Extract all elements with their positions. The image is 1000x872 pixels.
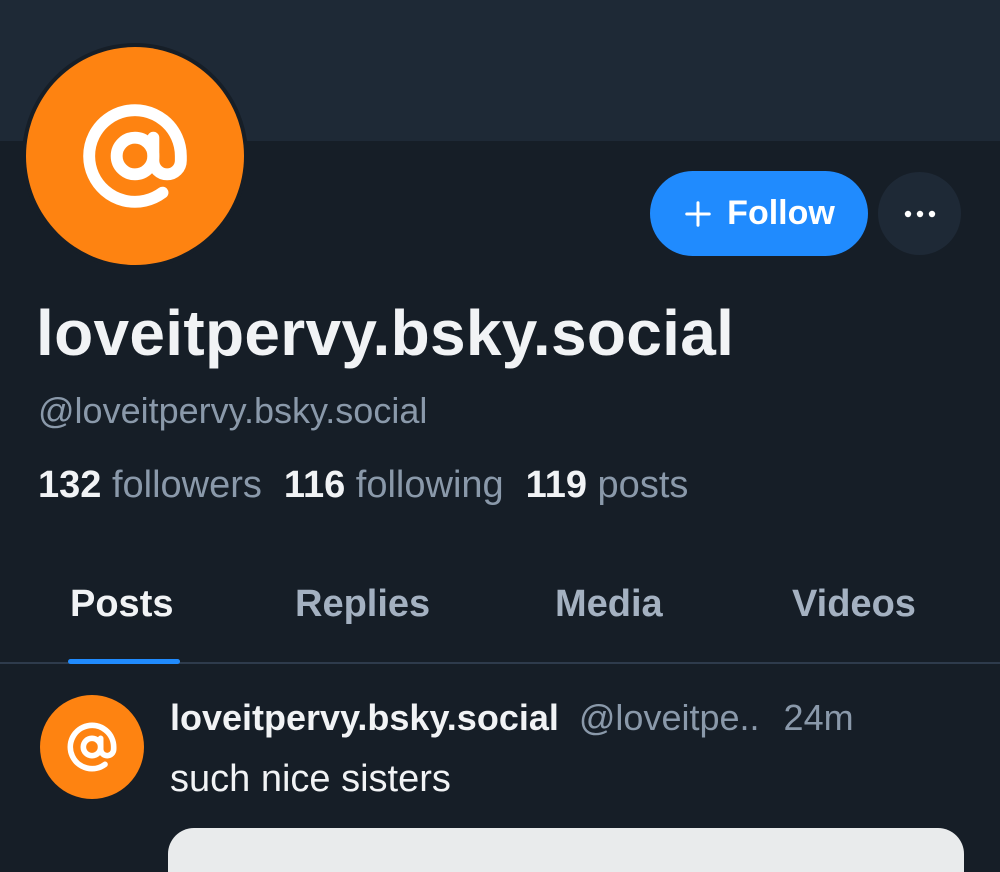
posts-count: 119 <box>525 464 587 506</box>
post-author-avatar[interactable] <box>40 695 144 799</box>
tab-media[interactable]: Media <box>555 583 663 626</box>
more-options-button[interactable] <box>878 172 961 255</box>
active-tab-indicator <box>68 659 180 664</box>
profile-avatar[interactable] <box>26 47 244 265</box>
ellipsis-icon <box>904 210 935 217</box>
profile-stats: 132 followers 116 following 119 posts <box>38 464 710 507</box>
followers-label: followers <box>111 464 262 506</box>
follow-button[interactable]: Follow <box>650 171 868 256</box>
posts-stat: 119 posts <box>526 464 689 507</box>
following-stat[interactable]: 116 following <box>284 464 504 507</box>
post-author-name[interactable]: loveitpervy.bsky.social <box>170 697 559 738</box>
post-text: such nice sisters <box>170 758 451 800</box>
follow-button-label: Follow <box>727 194 835 232</box>
followers-stat[interactable]: 132 followers <box>38 464 262 507</box>
profile-tabs: Posts Replies Media Videos <box>0 565 1000 664</box>
post-timestamp[interactable]: 24m <box>784 697 854 738</box>
at-sign-icon <box>67 722 117 772</box>
profile-screen: Follow loveitpervy.bsky.social @loveitpe… <box>0 0 1000 872</box>
posts-label: posts <box>597 464 689 506</box>
profile-display-name: loveitpervy.bsky.social <box>36 297 735 369</box>
post-embed-image[interactable] <box>168 828 964 872</box>
plus-icon <box>685 200 711 227</box>
followers-count: 132 <box>38 464 102 506</box>
post-author-handle[interactable]: @loveitpe.. <box>579 697 760 738</box>
following-label: following <box>355 464 504 506</box>
following-count: 116 <box>283 464 346 506</box>
at-sign-icon <box>83 104 187 208</box>
tab-videos[interactable]: Videos <box>792 583 916 626</box>
profile-handle: @loveitpervy.bsky.social <box>38 390 428 431</box>
post-header: loveitpervy.bsky.social @loveitpe.. 24m <box>170 697 854 739</box>
tab-posts[interactable]: Posts <box>70 583 173 626</box>
tab-replies[interactable]: Replies <box>295 583 430 626</box>
